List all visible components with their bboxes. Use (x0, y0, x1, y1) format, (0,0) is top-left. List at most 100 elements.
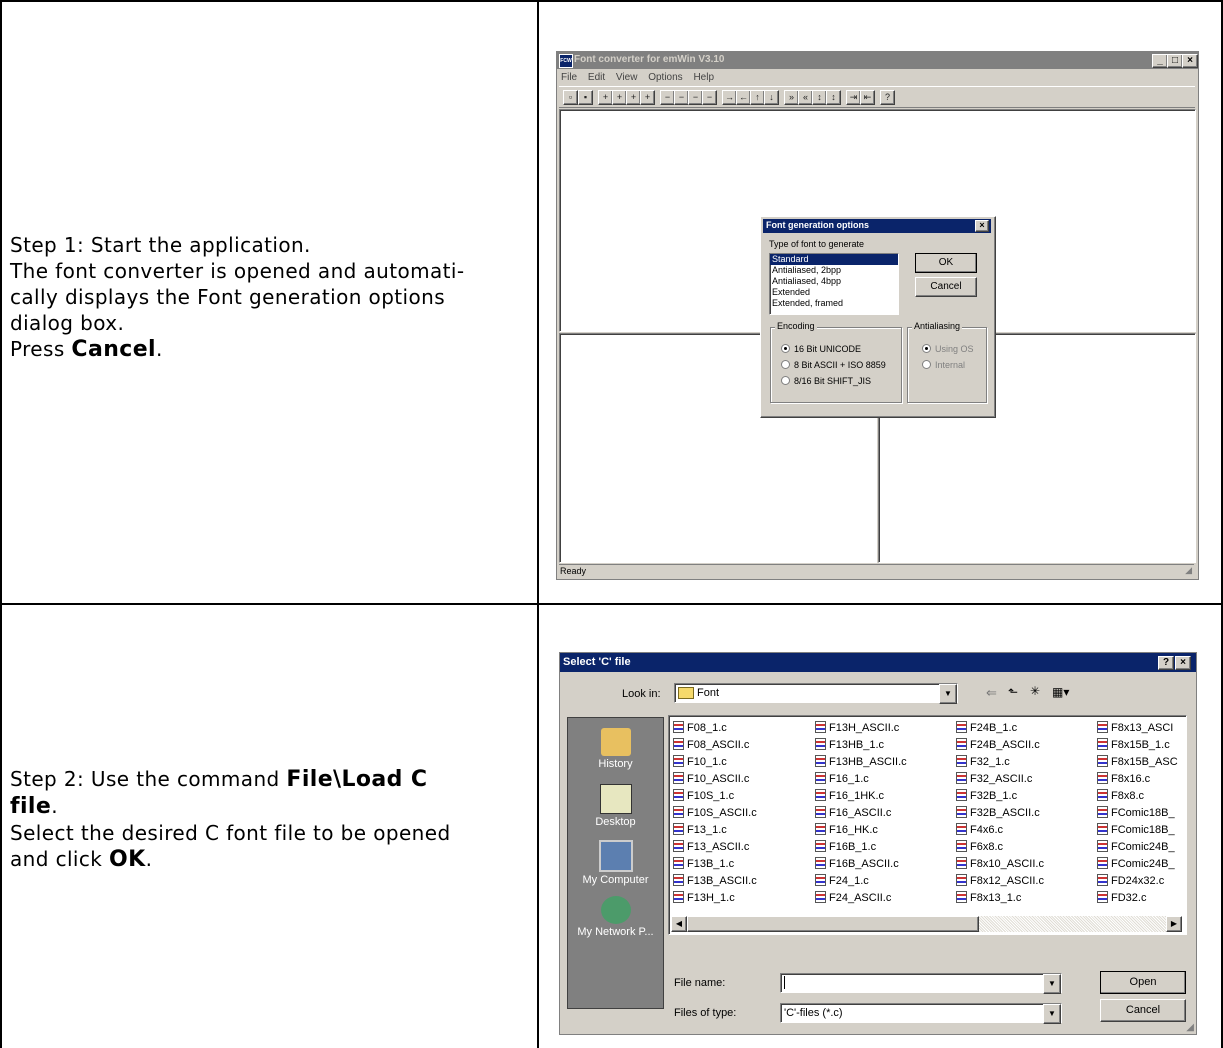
file-item[interactable]: FComic24B_ (1097, 856, 1178, 873)
new-folder-icon[interactable]: ✳ (1030, 684, 1040, 698)
font-type-item[interactable]: Antialiased, 4bpp (770, 276, 898, 287)
file-item[interactable]: F24B_ASCII.c (956, 737, 1044, 754)
resize-grip-icon[interactable]: ◢ (1185, 565, 1192, 576)
menu-view[interactable]: View (616, 72, 638, 83)
font-type-item[interactable]: Extended (770, 287, 898, 298)
shift-left-icon[interactable]: ← (736, 90, 751, 105)
files-of-type-dropdown-icon[interactable]: ▼ (1043, 1004, 1061, 1024)
help-button[interactable]: ? (1158, 656, 1174, 670)
file-item[interactable]: F16_ASCII.c (815, 805, 907, 822)
files-of-type-select[interactable]: 'C'-files (*.c) ▼ (780, 1003, 1062, 1024)
ok-button[interactable]: OK (915, 253, 977, 273)
new-icon[interactable]: ▫ (563, 90, 578, 105)
file-item[interactable]: F8x13_1.c (956, 890, 1044, 907)
close-button[interactable]: × (1182, 54, 1198, 68)
file-item[interactable]: F8x10_ASCII.c (956, 856, 1044, 873)
insert-top-icon[interactable]: + (626, 90, 641, 105)
file-item[interactable]: F32_1.c (956, 754, 1044, 771)
insert-left-icon[interactable]: + (598, 90, 613, 105)
file-item[interactable]: FComic18B_ (1097, 805, 1178, 822)
file-item[interactable]: F08_1.c (673, 720, 757, 737)
dialog-close-button[interactable]: × (975, 220, 989, 232)
file-item[interactable]: F24_1.c (815, 873, 907, 890)
file-item[interactable]: F10S_ASCII.c (673, 805, 757, 822)
file-item[interactable]: F10S_1.c (673, 788, 757, 805)
antialias-internal-radio[interactable]: Internal (922, 360, 965, 370)
file-item[interactable]: F16_1HK.c (815, 788, 907, 805)
antialias-os-radio[interactable]: Using OS (922, 344, 974, 354)
scroll-thumb[interactable] (687, 916, 979, 932)
mirror-h2-icon[interactable]: « (798, 90, 813, 105)
file-item[interactable]: F08_ASCII.c (673, 737, 757, 754)
place-history[interactable]: History (568, 728, 663, 770)
file-name-dropdown-icon[interactable]: ▼ (1043, 974, 1061, 994)
mirror-v2-icon[interactable]: ↕ (826, 90, 841, 105)
save-icon[interactable]: ▪ (578, 90, 593, 105)
encoding-ascii-radio[interactable]: 8 Bit ASCII + ISO 8859 (781, 360, 886, 370)
file-item[interactable]: F13HB_ASCII.c (815, 754, 907, 771)
file-item[interactable]: F13_ASCII.c (673, 839, 757, 856)
menu-help[interactable]: Help (693, 72, 714, 83)
file-item[interactable]: F13H_1.c (673, 890, 757, 907)
shift-up-icon[interactable]: ↑ (750, 90, 765, 105)
file-item[interactable]: F24B_1.c (956, 720, 1044, 737)
encoding-shiftjis-radio[interactable]: 8/16 Bit SHIFT_JIS (781, 376, 871, 386)
file-item[interactable]: F13B_1.c (673, 856, 757, 873)
file-item[interactable]: F13H_ASCII.c (815, 720, 907, 737)
file-item[interactable]: F16B_1.c (815, 839, 907, 856)
menu-edit[interactable]: Edit (588, 72, 605, 83)
file-item[interactable]: F13_1.c (673, 822, 757, 839)
file-item[interactable]: F8x13_ASCI (1097, 720, 1178, 737)
place-network[interactable]: My Network P... (568, 896, 663, 938)
file-item[interactable]: F8x16.c (1097, 771, 1178, 788)
horizontal-scrollbar[interactable]: ◀ ▶ (671, 916, 1182, 932)
insert-right-icon[interactable]: + (612, 90, 627, 105)
font-type-list[interactable]: Standard Antialiased, 2bpp Antialiased, … (769, 253, 899, 315)
maximize-button[interactable]: □ (1167, 54, 1183, 68)
file-item[interactable]: FComic18B_ (1097, 822, 1178, 839)
encoding-unicode-radio[interactable]: 16 Bit UNICODE (781, 344, 861, 354)
mirror-h-icon[interactable]: » (784, 90, 799, 105)
insert-bottom-icon[interactable]: + (640, 90, 655, 105)
width-plus-icon[interactable]: ⇥ (846, 90, 861, 105)
open-button[interactable]: Open (1100, 971, 1186, 994)
delete-top-icon[interactable]: − (688, 90, 703, 105)
file-item[interactable]: F32B_1.c (956, 788, 1044, 805)
scroll-left-icon[interactable]: ◀ (671, 916, 687, 932)
file-item[interactable]: F13HB_1.c (815, 737, 907, 754)
file-item[interactable]: F8x8.c (1097, 788, 1178, 805)
look-in-combo[interactable]: Font ▼ (674, 683, 958, 704)
file-list[interactable]: F08_1.c F08_ASCII.c F10_1.c F10_ASCII.c … (668, 715, 1187, 935)
font-type-item[interactable]: Standard (770, 254, 898, 265)
file-item[interactable]: F24_ASCII.c (815, 890, 907, 907)
file-item[interactable]: F8x15B_1.c (1097, 737, 1178, 754)
shift-down-icon[interactable]: ↓ (764, 90, 779, 105)
file-item[interactable]: F16_HK.c (815, 822, 907, 839)
file-item[interactable]: F10_ASCII.c (673, 771, 757, 788)
menu-options[interactable]: Options (648, 72, 682, 83)
place-desktop[interactable]: Desktop (568, 784, 663, 828)
minimize-button[interactable]: _ (1152, 54, 1168, 68)
file-item[interactable]: F32_ASCII.c (956, 771, 1044, 788)
mirror-v-icon[interactable]: ↕ (812, 90, 827, 105)
place-my-computer[interactable]: My Computer (568, 840, 663, 886)
file-dialog-cancel-button[interactable]: Cancel (1100, 999, 1186, 1022)
file-name-field[interactable]: ▼ (780, 973, 1062, 994)
file-item[interactable]: FD24x32.c (1097, 873, 1178, 890)
file-item[interactable]: F8x12_ASCII.c (956, 873, 1044, 890)
file-item[interactable]: FComic24B_ (1097, 839, 1178, 856)
font-type-item[interactable]: Extended, framed (770, 298, 898, 309)
scroll-right-icon[interactable]: ▶ (1166, 916, 1182, 932)
delete-right-icon[interactable]: − (674, 90, 689, 105)
delete-bottom-icon[interactable]: − (702, 90, 717, 105)
file-item[interactable]: FD32.c (1097, 890, 1178, 907)
view-menu-icon[interactable]: ▦▾ (1052, 685, 1069, 699)
help-icon[interactable]: ? (880, 90, 895, 105)
menu-file[interactable]: File (561, 72, 577, 83)
file-item[interactable]: F13B_ASCII.c (673, 873, 757, 890)
width-minus-icon[interactable]: ⇤ (860, 90, 875, 105)
file-item[interactable]: F16B_ASCII.c (815, 856, 907, 873)
cancel-button[interactable]: Cancel (915, 277, 977, 297)
back-icon[interactable]: ⇐ (986, 685, 997, 701)
look-in-dropdown-icon[interactable]: ▼ (939, 684, 957, 704)
